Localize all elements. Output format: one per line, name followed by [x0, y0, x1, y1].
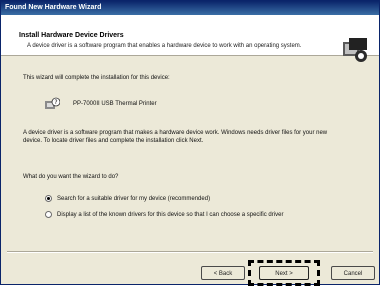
intro-text: This wizard will complete the installati… [23, 75, 170, 81]
device-name: PP-7000II USB Thermal Printer [73, 101, 157, 107]
question-text: What do you want the wizard to do? [23, 174, 119, 180]
option-list-label[interactable]: Display a list of the known drivers for … [57, 211, 357, 219]
header-subtitle: A device driver is a software program th… [27, 43, 302, 49]
back-button[interactable]: < Back [201, 266, 245, 280]
hardware-wizard-icon [343, 38, 367, 62]
window-title: Found New Hardware Wizard [1, 1, 379, 15]
wizard-header: Install Hardware Device Drivers A device… [1, 15, 379, 62]
svg-text:?: ? [54, 99, 57, 106]
next-button-highlight [248, 260, 320, 286]
header-title: Install Hardware Device Drivers [19, 32, 124, 39]
cancel-button[interactable]: Cancel [331, 266, 375, 280]
description-text: A device driver is a software program th… [23, 130, 328, 144]
option-search-label[interactable]: Search for a suitable driver for my devi… [57, 195, 210, 203]
option-list-radio[interactable] [45, 211, 52, 218]
wizard-dialog: Found New Hardware Wizard Install Hardwa… [0, 0, 380, 285]
option-search-radio[interactable] [45, 195, 52, 202]
footer-separator [7, 251, 373, 253]
device-question-icon: ? [45, 97, 60, 109]
